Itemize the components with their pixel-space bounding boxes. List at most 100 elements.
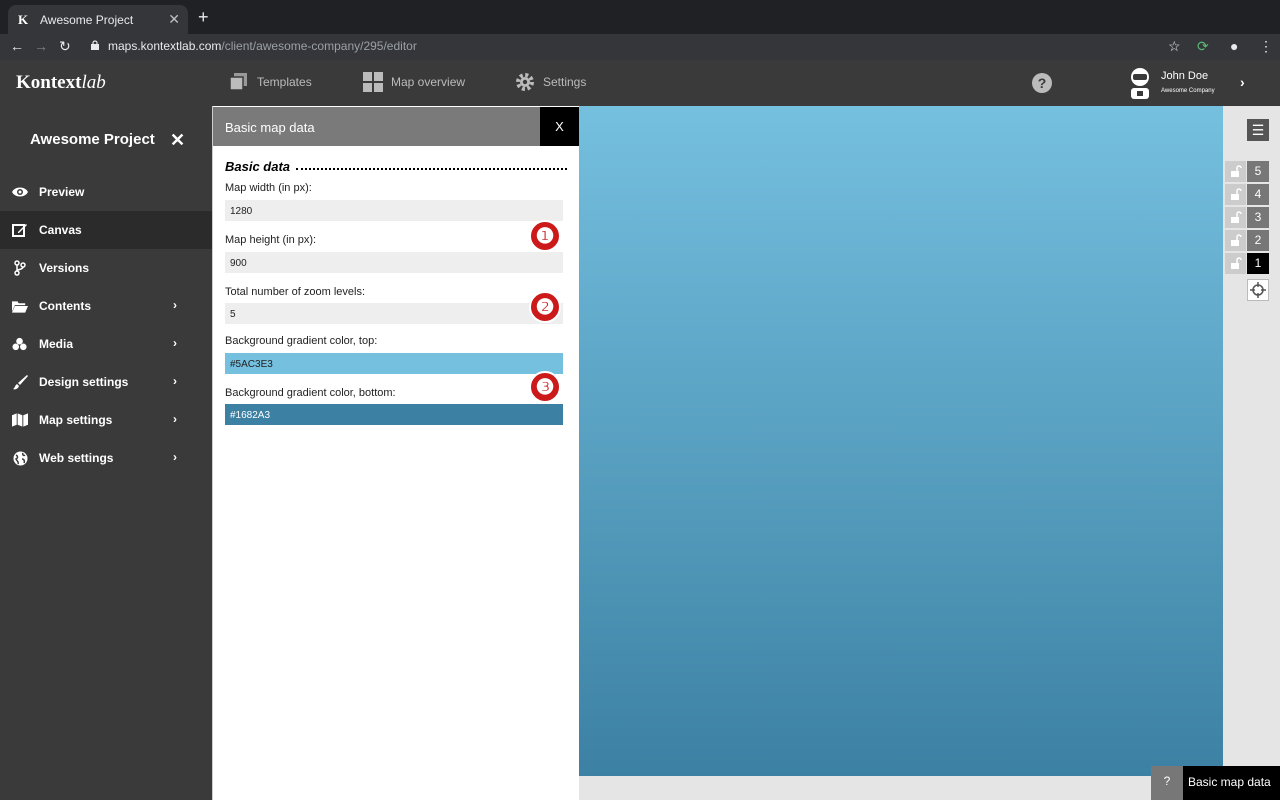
nav-templates[interactable]: Templates: [229, 72, 312, 92]
crosshair-icon: [1250, 282, 1266, 298]
close-sidebar-icon[interactable]: ✕: [170, 130, 185, 151]
sidebar-item-label: Web settings: [39, 451, 114, 465]
logo[interactable]: Kontextlab: [16, 72, 106, 94]
sidebar-item-label: Media: [39, 337, 74, 351]
zoom-levels-label: Total number of zoom levels:: [225, 286, 366, 298]
help-question-button[interactable]: ?: [1151, 766, 1183, 800]
sidebar-item-canvas[interactable]: Canvas: [0, 211, 212, 249]
lock-level-4-button[interactable]: [1225, 184, 1246, 205]
crosshair-target-button[interactable]: [1247, 279, 1269, 301]
hamburger-menu-icon[interactable]: ☰: [1247, 119, 1269, 141]
panel-title: Basic map data: [213, 107, 540, 146]
sidebar-item-label: Map settings: [39, 413, 113, 427]
nav-settings-label: Settings: [543, 75, 587, 89]
map-overview-icon: [363, 72, 383, 92]
lock-level-2-button[interactable]: [1225, 230, 1246, 251]
unlock-icon: [1231, 257, 1242, 269]
profile-icon[interactable]: ●: [1230, 38, 1238, 54]
section-title: Basic data: [225, 159, 291, 174]
sidebar-item-label: Canvas: [39, 223, 82, 237]
basic-map-data-panel: Basic map data X Basic data Map width (i…: [213, 107, 579, 795]
gear-icon: [516, 73, 534, 91]
tab-close-icon[interactable]: ✕: [168, 11, 180, 28]
browser-tab[interactable]: K Awesome Project ✕: [8, 5, 188, 34]
chevron-right-icon: ›: [173, 336, 177, 350]
reload-icon[interactable]: ↻: [59, 38, 71, 55]
unlock-icon: [1231, 234, 1242, 246]
chevron-right-icon: ›: [173, 374, 177, 388]
unlock-icon: [1231, 211, 1242, 223]
project-title: Awesome Project: [30, 131, 155, 148]
folder-icon: [12, 298, 28, 314]
callout-badge-3: ❸: [529, 371, 561, 403]
zoom-levels-input[interactable]: 5: [225, 303, 563, 324]
sidebar-item-contents[interactable]: Contents ›: [0, 287, 212, 325]
section-divider: [296, 163, 567, 170]
brush-icon: [12, 374, 28, 390]
browser-menu-icon[interactable]: ⋮: [1259, 38, 1273, 55]
help-topic-label[interactable]: Basic map data: [1183, 766, 1280, 800]
app-header: Kontextlab Templates Map overview Settin…: [0, 60, 1280, 106]
nav-settings[interactable]: Settings: [515, 72, 586, 92]
tab-title: Awesome Project: [40, 12, 134, 27]
media-icon: [12, 336, 28, 352]
callout-badge-2: ❷: [529, 291, 561, 323]
map-width-label: Map width (in px):: [225, 182, 312, 194]
extension-icon[interactable]: ⟳: [1197, 38, 1209, 55]
edit-icon: [12, 222, 28, 238]
gradient-bottom-color-input[interactable]: #1682A3: [225, 404, 563, 425]
unlock-icon: [1231, 188, 1242, 200]
url-field[interactable]: maps.kontextlab.com/client/awesome-compa…: [108, 39, 417, 53]
chevron-right-icon: ›: [173, 412, 177, 426]
browser-tab-bar: K Awesome Project ✕ +: [0, 0, 1280, 34]
unlock-icon: [1231, 165, 1242, 177]
sidebar: Awesome Project ✕ Preview Canvas Version…: [0, 106, 212, 800]
zoom-level-3-button[interactable]: 3: [1247, 207, 1269, 228]
new-tab-icon[interactable]: +: [198, 7, 209, 28]
avatar[interactable]: [1126, 67, 1154, 99]
lock-icon: [91, 40, 99, 50]
sidebar-item-design-settings[interactable]: Design settings ›: [0, 363, 212, 401]
user-menu-chevron-icon[interactable]: ›: [1240, 74, 1245, 90]
url-host: maps.kontextlab.com: [108, 39, 222, 53]
zoom-level-4-button[interactable]: 4: [1247, 184, 1269, 205]
section-heading: Basic data: [225, 159, 567, 174]
lock-level-5-button[interactable]: [1225, 161, 1246, 182]
gradient-top-color-input[interactable]: #5AC3E3: [225, 353, 563, 374]
zoom-level-2-button[interactable]: 2: [1247, 230, 1269, 251]
forward-icon[interactable]: →: [34, 38, 48, 54]
sidebar-item-label: Contents: [39, 299, 91, 313]
eye-icon: [12, 184, 28, 200]
globe-icon: [12, 450, 28, 466]
sidebar-item-media[interactable]: Media ›: [0, 325, 212, 363]
map-canvas[interactable]: [579, 106, 1223, 776]
sidebar-item-label: Design settings: [39, 375, 129, 389]
lock-level-3-button[interactable]: [1225, 207, 1246, 228]
user-name: John Doe: [1161, 70, 1209, 82]
back-icon[interactable]: ←: [10, 38, 24, 54]
sidebar-item-map-settings[interactable]: Map settings ›: [0, 401, 212, 439]
sidebar-item-label: Preview: [39, 185, 85, 199]
map-height-label: Map height (in px):: [225, 234, 317, 246]
zoom-level-5-button[interactable]: 5: [1247, 161, 1269, 182]
favicon-icon: K: [18, 11, 29, 27]
map-width-input[interactable]: 1280: [225, 200, 563, 221]
gradient-bottom-label: Background gradient color, bottom:: [225, 387, 396, 399]
sidebar-item-label: Versions: [39, 261, 90, 275]
gradient-top-label: Background gradient color, top:: [225, 335, 378, 347]
sidebar-item-preview[interactable]: Preview: [0, 173, 212, 211]
chevron-right-icon: ›: [173, 298, 177, 312]
nav-map-overview[interactable]: Map overview: [363, 72, 465, 92]
zoom-level-1-button[interactable]: 1: [1247, 253, 1269, 274]
map-height-input[interactable]: 900: [225, 252, 563, 273]
bookmark-star-icon[interactable]: ☆: [1168, 38, 1181, 55]
panel-close-button[interactable]: X: [540, 107, 579, 146]
sidebar-item-versions[interactable]: Versions: [0, 249, 212, 287]
sidebar-item-web-settings[interactable]: Web settings ›: [0, 439, 212, 477]
lock-level-1-button[interactable]: [1225, 253, 1246, 274]
map-icon: [12, 412, 28, 428]
address-bar: ← → ↻ maps.kontextlab.com/client/awesome…: [0, 34, 1280, 60]
help-icon[interactable]: ?: [1032, 73, 1052, 93]
nav-map-overview-label: Map overview: [391, 75, 466, 89]
templates-icon: [229, 73, 247, 91]
